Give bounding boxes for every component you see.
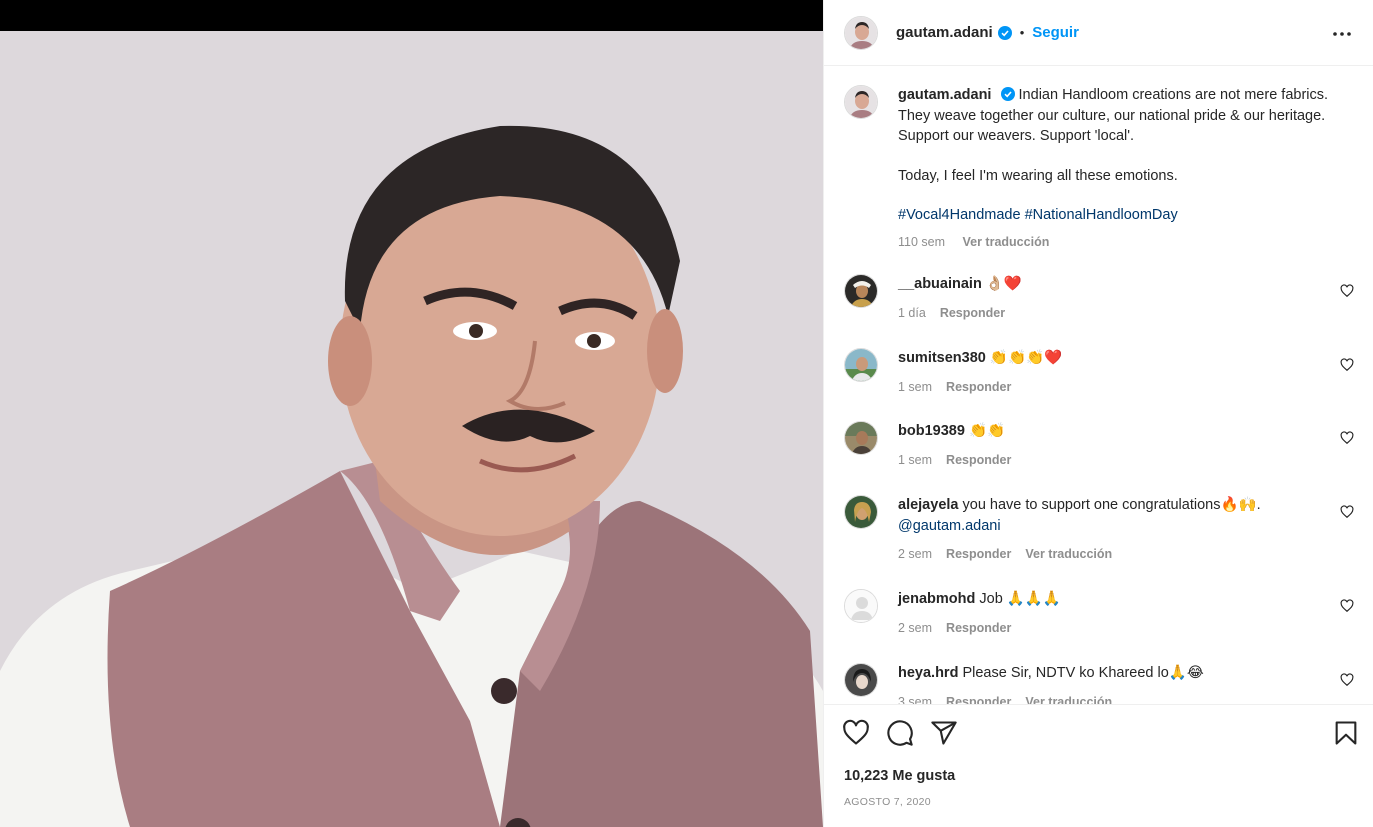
reply-button[interactable]: Responder xyxy=(946,695,1011,705)
more-options-icon[interactable] xyxy=(1330,22,1354,46)
translate-link[interactable]: Ver traducción xyxy=(1025,547,1112,561)
caption-username[interactable]: gautam.adani xyxy=(898,87,991,103)
comment-text: Please Sir, NDTV ko Khareed lo🙏😂 xyxy=(962,665,1204,681)
post-sidebar: gautam.adani • Seguir gautam.adani India… xyxy=(823,0,1373,827)
comment-username[interactable]: alejayela xyxy=(898,497,958,513)
bookmark-icon[interactable] xyxy=(1332,719,1360,747)
comment-username[interactable]: heya.hrd xyxy=(898,665,958,681)
separator-dot: • xyxy=(1019,25,1025,40)
post-date: AGOSTO 7, 2020 xyxy=(844,796,931,808)
comment-text: 👏👏 xyxy=(968,423,1006,439)
comment-text: 👌🏼❤️ xyxy=(985,276,1022,292)
follow-button[interactable]: Seguir xyxy=(1032,24,1079,41)
mention-link[interactable]: @gautam.adani xyxy=(898,518,1001,534)
author-username[interactable]: gautam.adani xyxy=(896,24,993,41)
author-avatar[interactable] xyxy=(844,15,878,50)
comment-time: 2 sem xyxy=(898,620,933,635)
caption-text-2: Today, I feel I'm wearing all these emot… xyxy=(898,167,1178,184)
post-actions: 10,223 Me gusta AGOSTO 7, 2020 xyxy=(824,704,1373,827)
hashtag-link[interactable]: #Vocal4Handmade xyxy=(898,207,1021,223)
likes-count[interactable]: 10,223 Me gusta xyxy=(844,768,955,784)
share-icon[interactable] xyxy=(930,719,958,747)
reply-button[interactable]: Responder xyxy=(946,453,1011,467)
reply-button[interactable]: Responder xyxy=(946,547,1011,561)
post-header: gautam.adani • Seguir xyxy=(824,0,1373,66)
caption-body: gautam.adani Indian Handloom creations a… xyxy=(898,85,1338,252)
post-media[interactable] xyxy=(0,0,823,827)
comment-username[interactable]: sumitsen380 xyxy=(898,350,986,366)
comment-like-icon[interactable] xyxy=(1340,431,1354,445)
verified-badge-icon xyxy=(1000,87,1015,101)
caption-meta: 110 sem Ver traducción xyxy=(898,232,1338,253)
verified-badge-icon xyxy=(997,25,1012,40)
commenter-avatar[interactable] xyxy=(844,421,878,455)
comment-text: Job 🙏🙏🙏 xyxy=(979,591,1061,607)
comment-text: you have to support one congratulations🔥… xyxy=(962,497,1261,513)
commenter-avatar[interactable] xyxy=(844,274,878,308)
commenter-avatar[interactable] xyxy=(844,348,878,382)
comment-username[interactable]: jenabmohd xyxy=(898,591,975,607)
reply-button[interactable]: Responder xyxy=(946,621,1011,635)
comments-list[interactable]: gautam.adani Indian Handloom creations a… xyxy=(824,67,1373,704)
comment-like-icon[interactable] xyxy=(1340,284,1354,298)
comment-like-icon[interactable] xyxy=(1340,505,1354,519)
commenter-avatar[interactable] xyxy=(844,589,878,623)
comment-like-icon[interactable] xyxy=(1340,673,1354,687)
translate-link[interactable]: Ver traducción xyxy=(963,235,1050,249)
post-photo xyxy=(0,31,823,827)
comment-like-icon[interactable] xyxy=(1340,358,1354,372)
translate-link[interactable]: Ver traducción xyxy=(1025,695,1112,705)
commenter-avatar[interactable] xyxy=(844,495,878,529)
comment-username[interactable]: __abuainain xyxy=(898,276,982,292)
hashtag-link[interactable]: #NationalHandloomDay xyxy=(1025,207,1178,223)
comment-time: 2 sem xyxy=(898,547,933,561)
commenter-avatar[interactable] xyxy=(844,663,878,697)
caption-time: 110 sem xyxy=(898,234,946,249)
reply-button[interactable]: Responder xyxy=(940,306,1005,320)
comment-text: 👏👏👏❤️ xyxy=(989,350,1063,366)
caption-author-avatar[interactable] xyxy=(844,85,878,119)
comment-username[interactable]: bob19389 xyxy=(898,423,965,439)
heart-icon[interactable] xyxy=(842,719,870,747)
reply-button[interactable]: Responder xyxy=(946,380,1011,394)
comment-time: 1 sem xyxy=(898,452,933,467)
comment-like-icon[interactable] xyxy=(1340,599,1354,613)
comment-time: 1 día xyxy=(898,305,926,320)
comment-icon[interactable] xyxy=(886,719,914,747)
comment-time: 1 sem xyxy=(898,379,933,394)
comment-time: 3 sem xyxy=(898,694,933,705)
